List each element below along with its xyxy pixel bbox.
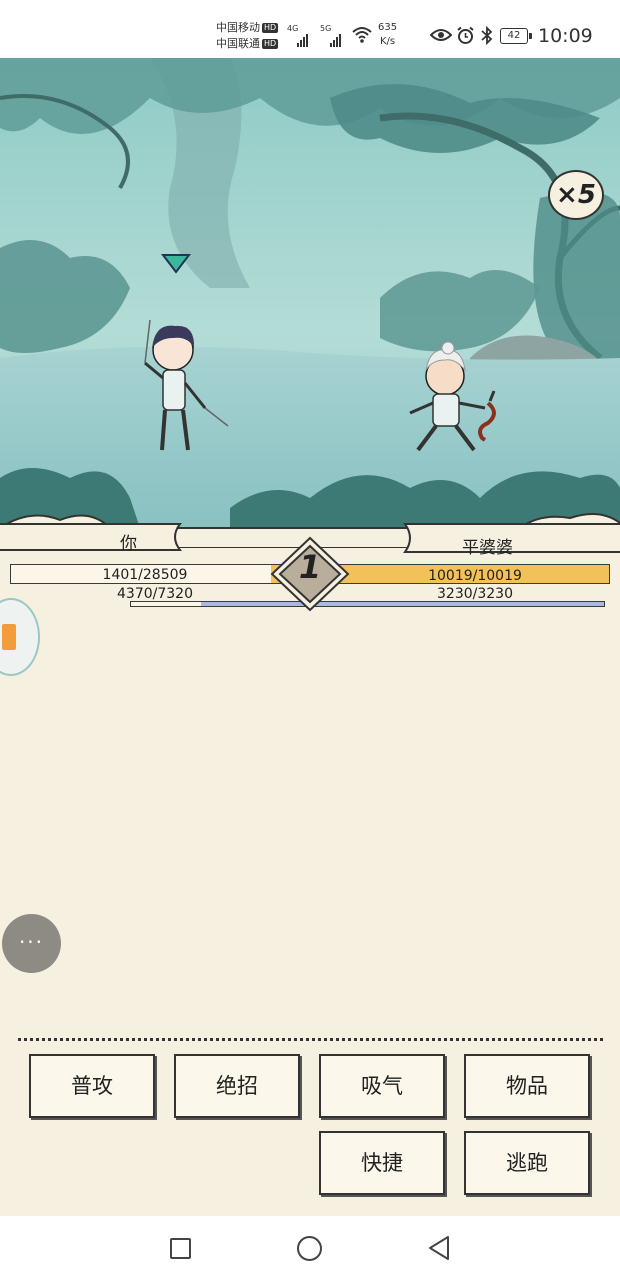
quick-button[interactable]: 快捷 (319, 1131, 445, 1195)
enemy-mp-fill (316, 602, 604, 606)
floating-menu-button[interactable]: ··· (2, 914, 61, 973)
clock: 10:09 (538, 25, 593, 47)
bluetooth-icon (481, 26, 493, 45)
carrier-1: 中国移动 (216, 21, 260, 34)
recent-apps-button[interactable] (170, 1238, 191, 1259)
wifi-icon (352, 27, 372, 43)
enemy-name: 平婆婆 (462, 538, 513, 558)
hd-badge: HD (262, 23, 279, 33)
battery-indicator: 42 (500, 28, 532, 44)
system-nav-bar (0, 1216, 620, 1280)
player-mp-text: 4370/7320 (117, 586, 193, 602)
signal-icon (330, 28, 342, 47)
ultimate-button[interactable]: 绝招 (174, 1054, 300, 1118)
enemy-mp-text: 3230/3230 (437, 586, 513, 602)
player-name: 你 (120, 534, 137, 554)
back-button[interactable] (427, 1234, 451, 1262)
alarm-icon (457, 26, 474, 44)
signal-icon (297, 28, 309, 47)
app-badge-icon (2, 624, 16, 650)
hd-badge: HD (262, 39, 279, 49)
side-shortcut-tab[interactable] (0, 598, 40, 676)
carrier-2: 中国联通 (216, 37, 260, 50)
flee-button[interactable]: 逃跑 (464, 1131, 590, 1195)
breathe-button[interactable]: 吸气 (319, 1054, 445, 1118)
player-hp-text: 1401/28509 (102, 567, 188, 583)
home-button[interactable] (297, 1236, 322, 1261)
enemy-hp-text: 10019/10019 (428, 568, 522, 584)
forest-background (0, 58, 620, 548)
attack-button[interactable]: 普攻 (29, 1054, 155, 1118)
speed-multiplier-button[interactable]: ×5 (548, 170, 604, 220)
turn-number: 1 (298, 548, 322, 586)
status-bar: 中国移动 HD 中国联通 HD 4G 5G 635 K/s 42 10:09 (0, 0, 620, 58)
action-divider (18, 1038, 603, 1041)
eye-icon (430, 29, 452, 41)
battle-scene: ×5 (0, 58, 620, 548)
network-speed: 635 K/s (378, 22, 398, 47)
carrier-info: 中国移动 HD 中国联通 HD (216, 20, 279, 52)
player-name-plate (0, 523, 183, 551)
items-button[interactable]: 物品 (464, 1054, 590, 1118)
